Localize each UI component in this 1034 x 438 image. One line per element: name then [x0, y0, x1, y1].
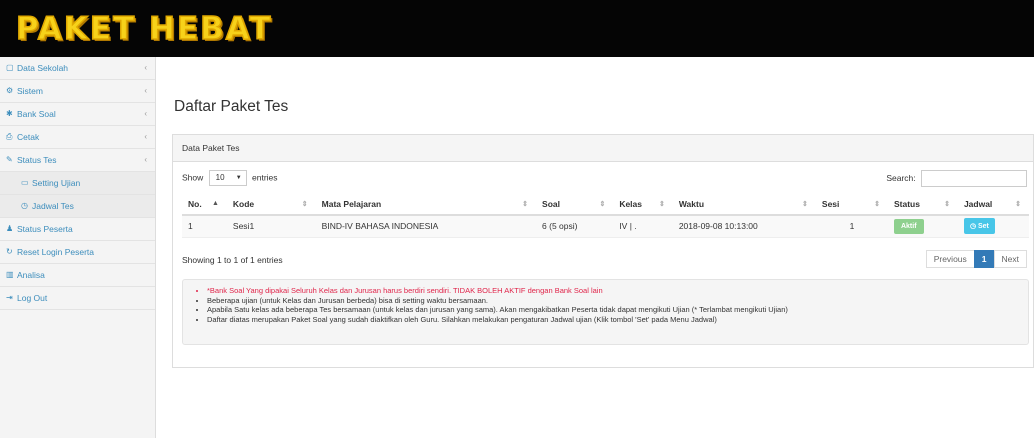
folder-icon: ▭: [21, 178, 29, 187]
sort-icon: ⇕: [301, 201, 308, 208]
gear-icon: ✱: [6, 109, 13, 118]
sidebar-item-status-peserta[interactable]: ♟ Status Peserta: [0, 218, 155, 241]
column-header-soal[interactable]: Soal ⇕: [536, 194, 614, 216]
column-header-waktu[interactable]: Waktu ⇕: [672, 194, 816, 216]
sidebar-item-bank-soal[interactable]: ✱ Bank Soal ‹: [0, 103, 155, 126]
page-title: Daftar Paket Tes: [174, 98, 289, 115]
sort-icon: ⇕: [658, 201, 665, 208]
sort-icon: ⇕: [944, 201, 950, 208]
page-1-button[interactable]: 1: [973, 250, 995, 268]
sort-icon: ⇕: [802, 201, 808, 208]
sidebar-item-label: Data Sekolah: [17, 63, 69, 73]
sidebar-item-label: Log Out: [17, 293, 48, 303]
panel-title: Data Paket Tes: [173, 135, 1033, 162]
sign-out-icon: ⇥: [6, 293, 13, 302]
sidebar-item-label: Sistem: [17, 86, 43, 96]
show-label: Show: [182, 172, 204, 183]
set-jadwal-button[interactable]: ◷ Set: [963, 218, 995, 235]
user-icon: ♟: [6, 224, 14, 233]
entries-control: Show 10 ▼ entries: [182, 170, 278, 186]
sidebar-item-label: Bank Soal: [17, 109, 56, 119]
column-header-kode[interactable]: Kode ⇕: [226, 194, 316, 216]
search-control: Search:: [886, 170, 1027, 187]
cell-no: 1: [182, 215, 227, 238]
column-header-status[interactable]: Status ⇕: [887, 194, 958, 216]
sort-icon: ⇕: [1015, 201, 1021, 208]
chevron-left-icon: ‹: [144, 109, 147, 118]
entries-select[interactable]: 10 ▼: [208, 170, 247, 186]
sidebar-item-data-sekolah[interactable]: ▢ Data Sekolah ‹: [0, 57, 155, 80]
cell-kelas: IV | .: [613, 215, 673, 238]
paket-tes-table: No. ▲ Kode ⇕ Mata Pelajaran ⇕ Soal ⇕ Kelas ⇕ …: [182, 194, 1029, 238]
chevron-left-icon: ‹: [144, 155, 147, 164]
sort-icon: ⇕: [874, 201, 880, 208]
chevron-left-icon: ‹: [144, 132, 147, 141]
table-row: 1 Sesi1 BIND-IV BAHASA INDONESIA 6 (5 op…: [182, 215, 1029, 238]
bar-chart-icon: ▥: [6, 270, 14, 279]
paket-tes-panel: Data Paket Tes Show 10 ▼ entries Search:…: [172, 134, 1034, 368]
sidebar-item-label: Setting Ujian: [32, 178, 81, 188]
cell-jadwal: ◷ Set: [957, 215, 1029, 238]
note-item: *Bank Soal Yang dipakai Seluruh Kelas da…: [207, 286, 1028, 296]
table-info: Showing 1 to 1 of 1 entries: [182, 255, 283, 265]
sort-icon: ⇕: [599, 201, 606, 208]
sidebar-item-setting-ujian[interactable]: ▭ Setting Ujian: [0, 172, 155, 195]
notes-box: *Bank Soal Yang dipakai Seluruh Kelas da…: [182, 279, 1029, 345]
column-header-kelas[interactable]: Kelas ⇕: [613, 194, 673, 216]
sidebar-item-label: Cetak: [17, 132, 40, 142]
chevron-left-icon: ‹: [144, 86, 147, 95]
caret-down-icon: ▼: [235, 175, 242, 181]
refresh-icon: ↻: [6, 247, 13, 256]
table-header-row: No. ▲ Kode ⇕ Mata Pelajaran ⇕ Soal ⇕ Kelas ⇕ …: [182, 194, 1029, 216]
print-icon: ⎙: [6, 132, 13, 141]
sidebar-item-status-tes[interactable]: ✎ Status Tes ‹: [0, 149, 155, 172]
entries-value: 10: [215, 173, 225, 182]
cell-status: Aktif: [887, 215, 958, 238]
app-logo[interactable]: PAKET HEBAT: [15, 10, 272, 48]
chevron-left-icon: ‹: [144, 63, 147, 72]
sidebar: ▢ Data Sekolah ‹ ⚙ Sistem ‹ ✱ Bank Soal …: [0, 57, 156, 438]
note-item: Apabila Satu kelas ada beberapa Tes bers…: [207, 305, 1028, 315]
edit-icon: ✎: [6, 155, 13, 164]
sidebar-item-cetak[interactable]: ⎙ Cetak ‹: [0, 126, 155, 149]
cell-mata-pelajaran: BIND-IV BAHASA INDONESIA: [315, 215, 537, 238]
search-input[interactable]: [921, 170, 1027, 187]
pagination: Previous 1 Next: [925, 250, 1027, 268]
cell-sesi: 1: [815, 215, 888, 238]
entries-label: entries: [252, 172, 278, 183]
building-icon: ▢: [6, 63, 14, 72]
note-item: Beberapa ujian (untuk Kelas dan Jurusan …: [207, 296, 1028, 306]
sort-asc-icon: ▲: [211, 200, 219, 207]
sidebar-item-sistem[interactable]: ⚙ Sistem ‹: [0, 80, 155, 103]
next-page-button[interactable]: Next: [993, 250, 1027, 268]
sidebar-item-label: Reset Login Peserta: [17, 247, 95, 257]
sidebar-item-jadwal-tes[interactable]: ◷ Jadwal Tes: [0, 195, 155, 218]
sidebar-item-label: Status Peserta: [17, 224, 73, 234]
sidebar-item-label: Status Tes: [17, 155, 57, 165]
column-header-mata-pelajaran[interactable]: Mata Pelajaran ⇕: [315, 194, 537, 216]
column-header-no[interactable]: No. ▲: [182, 194, 227, 216]
clock-icon: ◷: [21, 201, 28, 210]
cogs-icon: ⚙: [6, 86, 14, 95]
clock-icon: ◷: [969, 223, 978, 231]
search-label: Search:: [886, 172, 916, 183]
sidebar-item-reset-login-peserta[interactable]: ↻ Reset Login Peserta: [0, 241, 155, 264]
aktif-button[interactable]: Aktif: [893, 218, 924, 234]
cell-soal: 6 (5 opsi): [536, 215, 614, 238]
top-header: PAKET HEBAT: [0, 0, 1034, 57]
sidebar-item-analisa[interactable]: ▥ Analisa: [0, 264, 155, 287]
column-header-jadwal[interactable]: Jadwal ⇕: [957, 194, 1029, 216]
note-item: Daftar diatas merupakan Paket Soal yang …: [207, 315, 1028, 325]
sidebar-item-log-out[interactable]: ⇥ Log Out: [0, 287, 155, 310]
sort-icon: ⇕: [522, 201, 529, 208]
column-header-sesi[interactable]: Sesi ⇕: [815, 194, 888, 216]
cell-kode: Sesi1: [226, 215, 316, 238]
set-label: Set: [978, 223, 989, 231]
previous-page-button[interactable]: Previous: [925, 250, 975, 268]
sidebar-item-label: Jadwal Tes: [32, 201, 74, 211]
sidebar-item-label: Analisa: [17, 270, 45, 280]
cell-waktu: 2018-09-08 10:13:00: [672, 215, 816, 238]
